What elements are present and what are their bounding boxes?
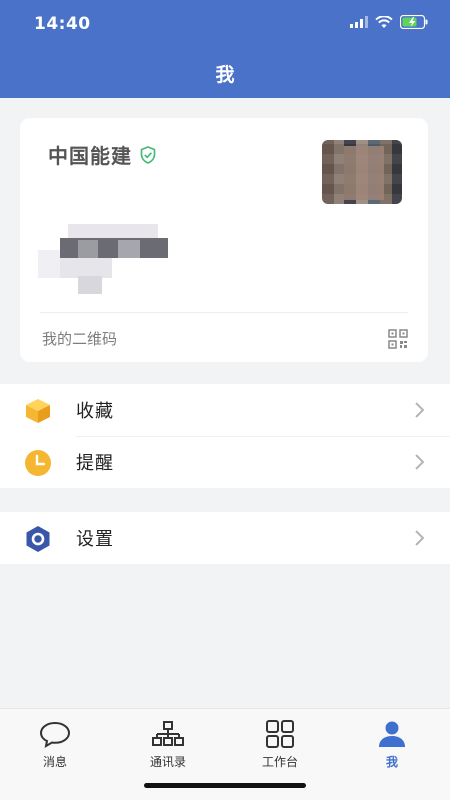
menu-group-settings: 设置: [0, 512, 450, 564]
chevron-right-icon: [415, 530, 425, 546]
menu-label-favorites: 收藏: [76, 401, 114, 422]
hexagon-settings-icon: [24, 525, 52, 553]
menu-item-settings[interactable]: 设置: [0, 512, 450, 564]
tab-label-contacts: 通讯录: [149, 755, 186, 769]
menu-item-favorites[interactable]: 收藏: [0, 384, 450, 436]
menu-group-favorites-reminders: 收藏 提醒: [0, 384, 450, 488]
shield-check-icon: [140, 145, 156, 164]
header-bar: 14:40 我: [0, 0, 450, 98]
qr-code-icon[interactable]: [388, 328, 408, 349]
tab-messages[interactable]: 消息: [15, 719, 95, 770]
box-icon: [24, 397, 52, 425]
org-row: 中国能建: [48, 140, 158, 169]
user-name-redacted: [38, 218, 168, 298]
menu-item-reminders[interactable]: 提醒: [0, 436, 450, 488]
page-title: 我: [215, 64, 235, 86]
avatar-pixelated-face: [344, 146, 384, 200]
profile-card[interactable]: 中国能建 我的二维码: [20, 118, 428, 362]
tab-workbench[interactable]: 工作台: [240, 719, 320, 770]
my-qr-code-row[interactable]: 我的二维码: [42, 328, 408, 349]
battery-charging-icon: [400, 15, 428, 29]
chat-bubble-icon: [38, 719, 72, 749]
home-indicator: [144, 783, 306, 788]
clock-icon: [24, 449, 52, 477]
divider: [40, 312, 408, 313]
menu-label-settings: 设置: [76, 529, 114, 550]
chevron-right-icon: [415, 454, 425, 470]
org-chart-icon: [151, 719, 185, 749]
grid-icon: [263, 719, 297, 749]
status-time: 14:40: [34, 14, 91, 34]
avatar[interactable]: [322, 140, 402, 204]
org-name: 中国能建: [48, 144, 132, 168]
person-icon: [375, 719, 409, 749]
chevron-right-icon: [415, 402, 425, 418]
status-bar: 14:40: [0, 0, 450, 48]
status-icons: [350, 15, 428, 29]
tab-contacts[interactable]: 通讯录: [128, 719, 208, 770]
tab-label-messages: 消息: [42, 755, 67, 769]
menu-label-reminders: 提醒: [76, 453, 114, 474]
qr-code-label: 我的二维码: [42, 330, 118, 348]
tab-label-me: 我: [385, 755, 398, 769]
tab-me[interactable]: 我: [352, 719, 432, 770]
wifi-icon: [375, 15, 393, 28]
signal-icon: [350, 16, 368, 28]
tab-label-workbench: 工作台: [261, 755, 298, 769]
